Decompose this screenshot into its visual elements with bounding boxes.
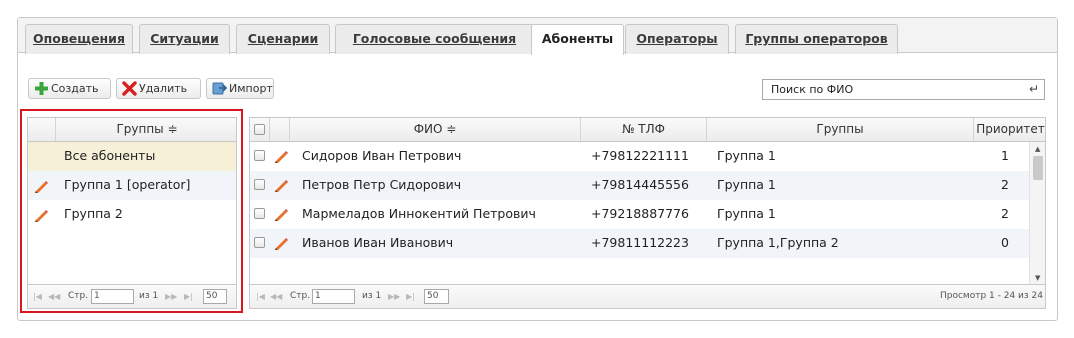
phone-cell: +79811112223 bbox=[591, 235, 689, 250]
scroll-up-arrow[interactable]: ▲ bbox=[1035, 145, 1040, 153]
scroll-down-arrow[interactable]: ▼ bbox=[1035, 274, 1040, 282]
group-row[interactable]: Все абоненты bbox=[28, 142, 236, 171]
fio-cell: Иванов Иван Иванович bbox=[302, 235, 454, 250]
page-label: Стр. bbox=[68, 291, 89, 301]
delete-label: Удалить bbox=[139, 82, 188, 95]
tab-bar: Оповещения Ситуации Сценарии Голосовые с… bbox=[18, 18, 1057, 55]
groups-cell: Группа 1 bbox=[717, 206, 776, 221]
first-page-icon[interactable]: |◀ bbox=[256, 285, 265, 308]
groups-cell: Группа 1 bbox=[717, 148, 776, 163]
priority-cell: 1 bbox=[1001, 148, 1009, 163]
table-row[interactable]: Иванов Иван Иванович +79811112223 Группа… bbox=[250, 229, 1029, 258]
group-name: Группа 1 [operator] bbox=[64, 177, 191, 192]
groups-grid-header: Группы ≑ bbox=[28, 118, 236, 142]
groups-pager: |◀ ◀◀ Стр. 1 из 1 ▶▶ ▶| 50 bbox=[28, 284, 236, 308]
fio-cell: Сидоров Иван Петрович bbox=[302, 148, 462, 163]
subscribers-grid: ФИО ≑ № ТЛФ Группы Приоритет Сидоров Ива… bbox=[249, 117, 1046, 309]
group-row[interactable]: Группа 2 bbox=[28, 200, 236, 229]
rows-per-page-select[interactable]: 50 bbox=[424, 289, 449, 304]
search-placeholder: Поиск по ФИО bbox=[771, 83, 854, 96]
groups-column-header[interactable]: Группы ≑ bbox=[56, 118, 236, 141]
scroll-thumb[interactable] bbox=[1033, 156, 1043, 180]
phone-cell: +79812221111 bbox=[591, 148, 689, 163]
phone-column-header[interactable]: № ТЛФ bbox=[581, 118, 707, 141]
phone-cell: +79814445556 bbox=[591, 177, 689, 192]
groups-cell: Группа 1,Группа 2 bbox=[717, 235, 839, 250]
pencil-icon[interactable] bbox=[33, 178, 49, 194]
subscribers-grid-header: ФИО ≑ № ТЛФ Группы Приоритет bbox=[250, 118, 1045, 142]
page-number-input[interactable]: 1 bbox=[312, 289, 355, 304]
plus-icon bbox=[35, 82, 48, 95]
groups-grid: Группы ≑ Все абоненты Группа 1 [operator… bbox=[27, 117, 237, 309]
page-total: из 1 bbox=[362, 291, 382, 301]
search-input[interactable]: Поиск по ФИО ↵ bbox=[762, 79, 1045, 100]
group-name: Группа 2 bbox=[64, 206, 123, 221]
enter-icon: ↵ bbox=[1028, 82, 1039, 96]
page-total: из 1 bbox=[139, 291, 159, 301]
delete-button[interactable]: Удалить bbox=[116, 78, 201, 99]
subscribers-pager: |◀ ◀◀ Стр. 1 из 1 ▶▶ ▶| 50 Просмотр 1 - … bbox=[250, 284, 1045, 308]
next-page-icon[interactable]: ▶▶ bbox=[165, 285, 177, 308]
import-icon bbox=[212, 82, 227, 95]
last-page-icon[interactable]: ▶| bbox=[184, 285, 193, 308]
groups-edit-column-header bbox=[28, 118, 56, 141]
row-checkbox[interactable] bbox=[254, 179, 265, 190]
page-label: Стр. bbox=[290, 291, 311, 301]
edit-column-header bbox=[270, 118, 290, 141]
table-row[interactable]: Петров Петр Сидорович +79814445556 Групп… bbox=[250, 171, 1029, 200]
pencil-icon[interactable] bbox=[273, 235, 289, 251]
pencil-icon[interactable] bbox=[273, 148, 289, 164]
rows-per-page-select[interactable]: 50 bbox=[203, 289, 227, 304]
row-checkbox[interactable] bbox=[254, 208, 265, 219]
prev-page-icon[interactable]: ◀◀ bbox=[270, 285, 282, 308]
row-checkbox[interactable] bbox=[254, 150, 265, 161]
phone-cell: +79218887776 bbox=[591, 206, 689, 221]
import-button[interactable]: Импорт bbox=[206, 78, 274, 99]
next-page-icon[interactable]: ▶▶ bbox=[388, 285, 400, 308]
x-icon bbox=[122, 81, 137, 96]
row-checkbox[interactable] bbox=[254, 237, 265, 248]
fio-column-header[interactable]: ФИО ≑ bbox=[290, 118, 581, 141]
page-number-input[interactable]: 1 bbox=[91, 289, 134, 304]
priority-cell: 0 bbox=[1001, 235, 1009, 250]
priority-cell: 2 bbox=[1001, 206, 1009, 221]
view-info: Просмотр 1 - 24 из 24 bbox=[939, 291, 1043, 301]
pencil-icon[interactable] bbox=[273, 177, 289, 193]
pencil-icon[interactable] bbox=[33, 207, 49, 223]
priority-column-header[interactable]: Приоритет bbox=[974, 118, 1045, 141]
tab-voice-messages[interactable]: Голосовые сообщения bbox=[335, 24, 534, 54]
select-all-checkbox[interactable] bbox=[254, 124, 265, 135]
table-row[interactable]: Сидоров Иван Петрович +79812221111 Групп… bbox=[250, 142, 1029, 171]
tab-operator-groups[interactable]: Группы операторов bbox=[735, 24, 898, 54]
group-row[interactable]: Группа 1 [operator] bbox=[28, 171, 236, 200]
create-label: Создать bbox=[51, 82, 99, 95]
group-name: Все абоненты bbox=[64, 148, 156, 163]
first-page-icon[interactable]: |◀ bbox=[33, 285, 42, 308]
table-row[interactable]: Мармеладов Иннокентий Петрович +79218887… bbox=[250, 200, 1029, 229]
pencil-icon[interactable] bbox=[273, 206, 289, 222]
tab-operators[interactable]: Операторы bbox=[625, 24, 729, 54]
last-page-icon[interactable]: ▶| bbox=[406, 285, 415, 308]
prev-page-icon[interactable]: ◀◀ bbox=[48, 285, 60, 308]
vertical-scrollbar[interactable]: ▲ ▼ bbox=[1029, 142, 1045, 285]
priority-cell: 2 bbox=[1001, 177, 1009, 192]
fio-cell: Мармеладов Иннокентий Петрович bbox=[302, 206, 536, 221]
tab-situations[interactable]: Ситуации bbox=[139, 24, 230, 54]
groups-cell: Группа 1 bbox=[717, 177, 776, 192]
create-button[interactable]: Создать bbox=[28, 78, 111, 99]
tab-subscribers[interactable]: Абоненты bbox=[531, 24, 624, 55]
fio-cell: Петров Петр Сидорович bbox=[302, 177, 462, 192]
select-all-header bbox=[250, 118, 270, 141]
tab-scenarios[interactable]: Сценарии bbox=[236, 24, 330, 54]
tab-notifications[interactable]: Оповещения bbox=[25, 24, 133, 54]
import-label: Импорт bbox=[229, 82, 273, 95]
groups-column-header[interactable]: Группы bbox=[707, 118, 974, 141]
